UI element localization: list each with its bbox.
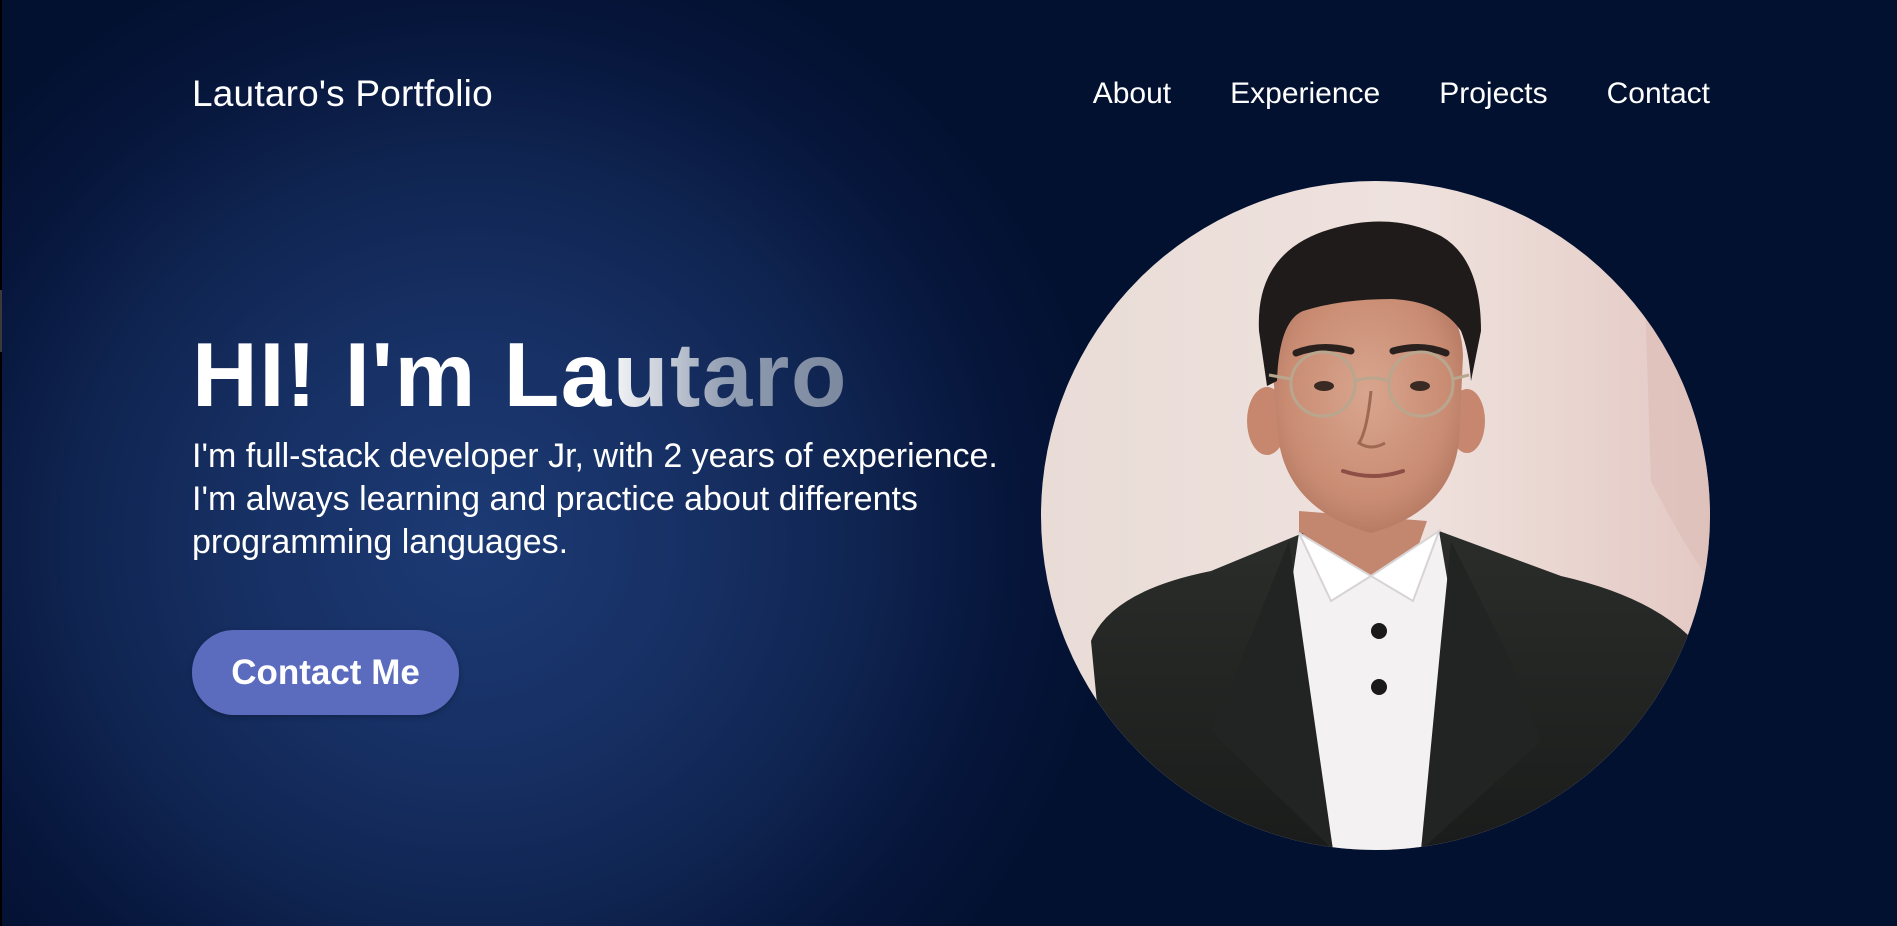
hero-title: HI! I'm Lautaro bbox=[192, 322, 848, 430]
contact-me-button[interactable]: Contact Me bbox=[192, 630, 459, 715]
site-header: Lautaro's Portfolio About Experience Pro… bbox=[192, 68, 1710, 120]
main-nav: About Experience Projects Contact bbox=[1093, 77, 1710, 111]
nav-link-projects[interactable]: Projects bbox=[1439, 77, 1547, 111]
hero-description: I'm full-stack developer Jr, with 2 year… bbox=[192, 437, 998, 561]
nav-link-experience[interactable]: Experience bbox=[1230, 77, 1380, 111]
nav-link-contact[interactable]: Contact bbox=[1607, 77, 1710, 111]
profile-photo bbox=[1041, 181, 1710, 850]
site-brand[interactable]: Lautaro's Portfolio bbox=[192, 73, 493, 115]
window-edge bbox=[0, 0, 2, 926]
nav-link-about[interactable]: About bbox=[1093, 77, 1171, 111]
window-edge-marker bbox=[0, 290, 2, 352]
